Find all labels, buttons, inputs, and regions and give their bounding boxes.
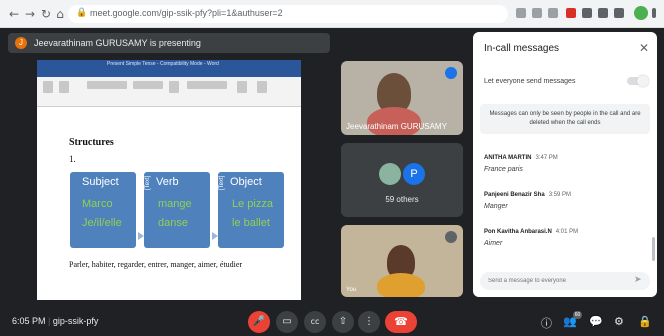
word-title-bar: Present Simple Tense - Compatibility Mod… bbox=[37, 60, 301, 69]
message-time: 3:47 PM bbox=[535, 155, 558, 161]
card-line: Marco bbox=[82, 198, 113, 210]
meet-window: ← → ↻ ⌂ 🔒 meet.google.com/gip-ssik-pfy?p… bbox=[0, 0, 664, 336]
card-line: le ballet bbox=[232, 217, 270, 229]
styles-group bbox=[187, 81, 227, 89]
camera-icon[interactable]: ▭ bbox=[276, 311, 298, 333]
dictate-icon bbox=[257, 81, 267, 93]
forward-icon[interactable]: → bbox=[22, 6, 38, 22]
extension-icon[interactable] bbox=[614, 8, 624, 18]
end-call-button[interactable]: ☎ bbox=[385, 311, 417, 333]
card-header: Subject bbox=[82, 176, 119, 188]
message-text: France paris bbox=[484, 166, 523, 173]
message-sender: Panjeeni Benazir Sha bbox=[484, 192, 545, 198]
self-video bbox=[377, 273, 425, 297]
card-header: Object bbox=[230, 176, 262, 188]
puzzle-icon[interactable] bbox=[598, 8, 608, 18]
message-input-box[interactable]: ➤ bbox=[480, 272, 650, 290]
message-time: 3:59 PM bbox=[548, 192, 572, 198]
subject-card: Subject Marco Je/il/elle bbox=[70, 172, 136, 248]
chat-notice: Messages can only be seen by people in t… bbox=[480, 104, 650, 134]
self-tile[interactable]: You bbox=[341, 225, 463, 297]
chat-panel-title: In-call messages bbox=[484, 43, 560, 54]
browser-toolbar: ← → ↻ ⌂ 🔒 meet.google.com/gip-ssik-pfy?p… bbox=[0, 0, 664, 28]
message-text: Manger bbox=[484, 203, 508, 210]
back-icon[interactable]: ← bbox=[6, 6, 22, 22]
captions-icon[interactable]: cc bbox=[304, 311, 326, 333]
muted-icon bbox=[445, 231, 457, 243]
verb-card: [Text] Verb mange danse bbox=[144, 172, 210, 248]
address-bar[interactable]: 🔒 meet.google.com/gip-ssik-pfy?pli=1&aut… bbox=[68, 5, 508, 23]
participant-avatar: P bbox=[403, 163, 425, 185]
card-line: Je/il/elle bbox=[82, 217, 122, 229]
camera-permission-icon[interactable] bbox=[516, 8, 526, 18]
chat-message: ANITHA MARTIN 3:47 PM France paris bbox=[484, 155, 644, 173]
meeting-clock: 6:05 PM | gip-ssik-pfy bbox=[12, 316, 99, 326]
extension-icon[interactable] bbox=[582, 8, 592, 18]
chat-message: Panjeeni Benazir Sha 3:59 PM Manger bbox=[484, 192, 644, 210]
editing-icon bbox=[237, 81, 247, 93]
send-icon[interactable]: ➤ bbox=[634, 275, 642, 285]
presenting-text: Jeevarathinam GURUSAMY is presenting bbox=[34, 38, 201, 48]
paragraph-group bbox=[133, 81, 163, 89]
message-time: 4:01 PM bbox=[555, 229, 579, 235]
let-everyone-send-label: Let everyone send messages bbox=[484, 78, 576, 85]
present-screen-icon[interactable]: ⇧ bbox=[332, 311, 354, 333]
message-sender: Pon Kavitha Anbarasi.N bbox=[484, 229, 552, 235]
host-controls-icon[interactable]: 🔒 bbox=[638, 315, 652, 328]
more-options-icon[interactable]: ⋮ bbox=[358, 311, 380, 333]
others-count: 59 others bbox=[385, 195, 419, 204]
text-placeholder-tag: [Text] bbox=[145, 175, 151, 190]
card-line: Le pizza bbox=[232, 198, 273, 210]
participant-name: Jeevarathinam GURUSAMY bbox=[346, 122, 447, 131]
participant-avatar bbox=[379, 163, 401, 185]
profile-avatar[interactable] bbox=[634, 6, 648, 20]
bookmark-star-icon[interactable] bbox=[548, 8, 558, 18]
url-text[interactable]: meet.google.com/gip-ssik-pfy?pli=1&authu… bbox=[90, 8, 283, 18]
object-card: [Text] Object Le pizza le ballet bbox=[218, 172, 284, 248]
toggle-knob bbox=[637, 75, 649, 87]
word-ribbon bbox=[37, 77, 301, 107]
presenter-avatar: J bbox=[15, 37, 27, 49]
extension-icon[interactable] bbox=[566, 8, 576, 18]
document-heading: Structures bbox=[69, 137, 114, 148]
word-ribbon-tabs bbox=[37, 69, 301, 77]
card-line: mange bbox=[158, 198, 192, 210]
style-icon bbox=[169, 81, 179, 93]
meeting-info-icon[interactable]: ⓘ bbox=[541, 315, 552, 331]
activities-icon[interactable]: ⚙ bbox=[614, 315, 624, 328]
message-input[interactable] bbox=[488, 275, 618, 287]
chat-scrollbar[interactable] bbox=[652, 237, 655, 261]
let-everyone-send-toggle[interactable] bbox=[627, 75, 649, 87]
speaking-indicator-icon bbox=[445, 67, 457, 79]
chat-message: Pon Kavitha Anbarasi.N 4:01 PM Aimer bbox=[484, 229, 644, 247]
shared-screen: Present Simple Tense - Compatibility Mod… bbox=[37, 60, 301, 300]
chat-icon[interactable]: 💬 bbox=[589, 315, 603, 328]
document-list-number: 1. bbox=[69, 154, 76, 164]
lock-icon: 🔒 bbox=[76, 8, 88, 18]
people-count-badge: 60 bbox=[573, 311, 582, 319]
presenting-banner: J Jeevarathinam GURUSAMY is presenting bbox=[8, 33, 330, 53]
close-icon[interactable]: ✕ bbox=[639, 41, 649, 55]
meeting-controls-bar: 6:05 PM | gip-ssik-pfy 🎤 ▭ cc ⇧ ⋮ ☎ ⓘ 👥 … bbox=[0, 306, 664, 336]
browser-menu-icon[interactable] bbox=[652, 8, 656, 18]
paste-icon bbox=[43, 81, 53, 93]
message-sender: ANITHA MARTIN bbox=[484, 155, 532, 161]
meeting-code: gip-ssik-pfy bbox=[52, 316, 99, 326]
chat-panel: In-call messages ✕ Let everyone send mes… bbox=[473, 32, 657, 297]
card-header: Verb bbox=[156, 176, 179, 188]
verbs-list: Parler, habiter, regarder, entrer, mange… bbox=[69, 260, 243, 269]
home-icon[interactable]: ⌂ bbox=[52, 6, 68, 22]
font-group bbox=[87, 81, 127, 89]
card-line: danse bbox=[158, 217, 188, 229]
clipboard-icon bbox=[59, 81, 69, 93]
mic-off-icon[interactable]: 🎤 bbox=[248, 311, 270, 333]
presenter-tile[interactable]: Jeevarathinam GURUSAMY bbox=[341, 61, 463, 135]
share-icon[interactable] bbox=[532, 8, 542, 18]
others-tile[interactable]: P 59 others bbox=[341, 143, 463, 217]
text-placeholder-tag: [Text] bbox=[219, 175, 225, 190]
message-text: Aimer bbox=[484, 240, 503, 247]
self-label: You bbox=[346, 287, 357, 293]
word-title: Present Simple Tense - Compatibility Mod… bbox=[107, 61, 219, 67]
